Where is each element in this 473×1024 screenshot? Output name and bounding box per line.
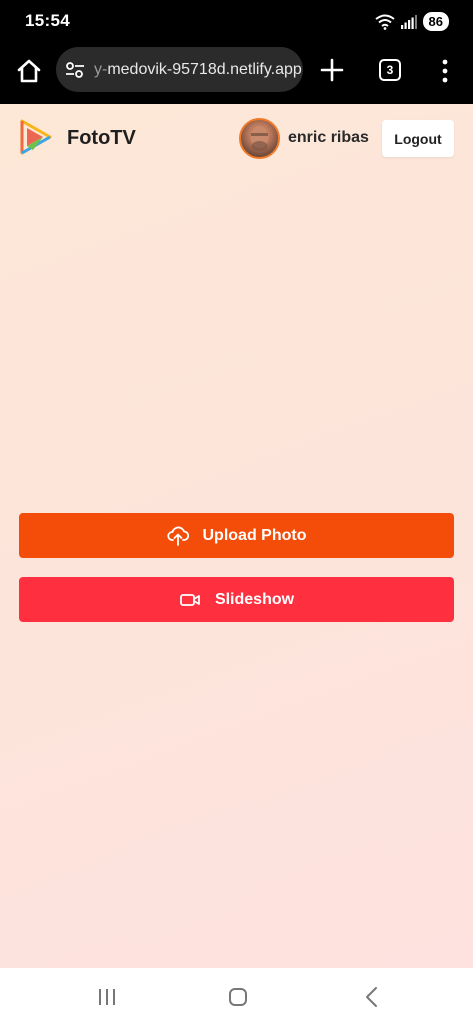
app-title: FotoTV [67, 127, 136, 149]
recent-apps-icon[interactable] [96, 988, 118, 1006]
site-settings-icon[interactable] [64, 59, 86, 81]
upload-photo-button[interactable]: Upload Photo [19, 513, 454, 558]
url-domain: medovik-95718d.netlify.app [107, 60, 302, 78]
slideshow-button[interactable]: Slideshow [19, 577, 454, 622]
status-icons: 86 [374, 12, 449, 31]
system-nav-bar [0, 968, 473, 1024]
logout-button[interactable]: Logout [382, 120, 454, 157]
page-content: FotoTV enric ribas Logout Upload Photo S… [0, 104, 473, 968]
home-icon[interactable] [14, 56, 44, 86]
wifi-icon [374, 14, 395, 30]
upload-photo-label: Upload Photo [202, 526, 307, 544]
signal-icon [400, 14, 417, 29]
video-camera-icon [180, 593, 200, 606]
url-faded-prefix: y- [94, 60, 108, 78]
battery-icon: 86 [422, 12, 449, 31]
browser-toolbar: y-medovik-95718d.netlify.app 3 [0, 42, 473, 104]
avatar-photo [250, 126, 269, 151]
back-icon[interactable] [363, 986, 379, 1008]
status-bar: 15:54 86 [0, 0, 473, 42]
tab-switcher-button[interactable]: 3 [379, 59, 401, 81]
home-nav-icon[interactable] [228, 987, 248, 1007]
slideshow-label: Slideshow [214, 590, 295, 608]
fototv-logo-icon [20, 119, 52, 155]
new-tab-icon[interactable] [318, 56, 346, 84]
more-menu-icon[interactable] [434, 56, 456, 86]
avatar[interactable] [239, 118, 280, 159]
status-time: 15:54 [25, 11, 70, 30]
cloud-upload-icon [166, 526, 189, 546]
user-name: enric ribas [288, 129, 369, 146]
url-text: y-medovik-95718d.netlify.app [94, 61, 302, 79]
address-bar[interactable]: y-medovik-95718d.netlify.app [56, 47, 303, 92]
